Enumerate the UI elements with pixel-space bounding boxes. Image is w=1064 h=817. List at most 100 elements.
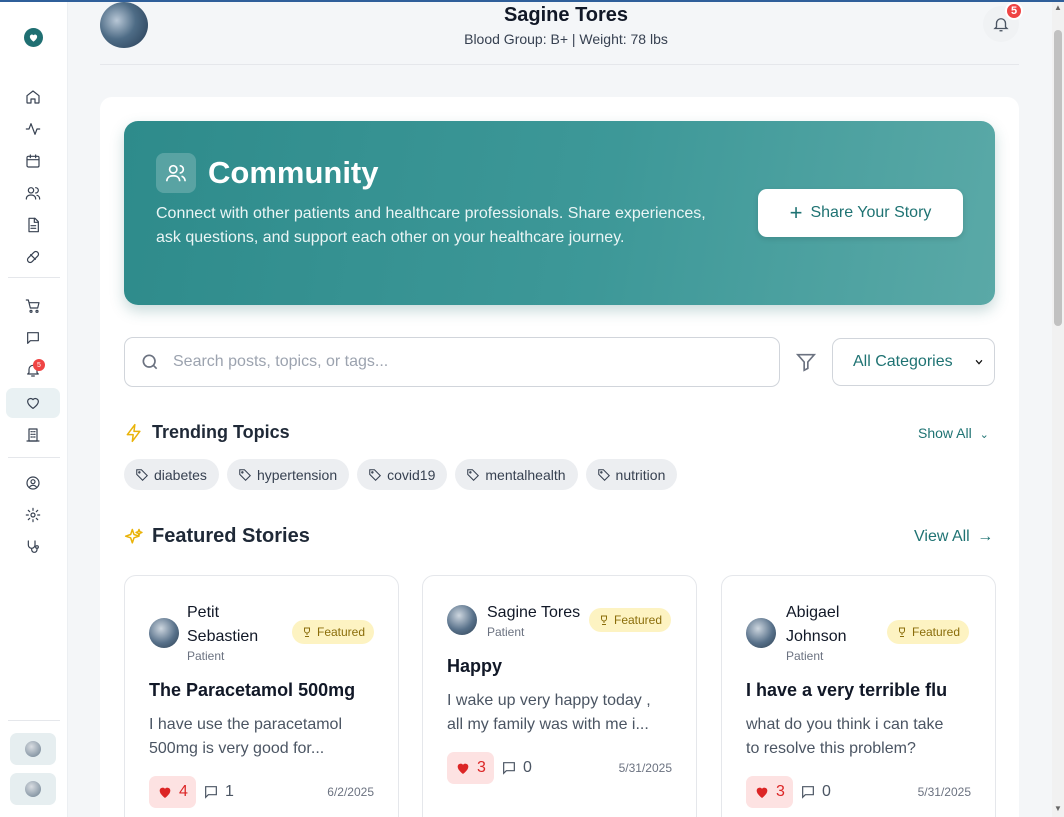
- tag-label: diabetes: [154, 466, 207, 483]
- sidebar-item-checkup[interactable]: [6, 532, 60, 562]
- sidebar-item-activity[interactable]: [6, 114, 60, 144]
- featured-badge: Featured: [589, 608, 672, 632]
- comment-icon: [802, 786, 814, 799]
- sidebar: 5: [0, 2, 68, 817]
- scroll-down-arrow[interactable]: ▼: [1054, 805, 1062, 813]
- featured-badge-label: Featured: [912, 625, 961, 639]
- comment-button[interactable]: 0: [501, 752, 532, 784]
- share-story-button[interactable]: + Share Your Story: [758, 189, 963, 237]
- users-icon: [25, 187, 41, 200]
- user-avatar-2[interactable]: [10, 773, 56, 805]
- sidebar-item-settings[interactable]: [6, 500, 60, 530]
- story-date: 5/31/2025: [618, 761, 672, 775]
- user-avatar-1[interactable]: [10, 733, 56, 765]
- tag-hypertension[interactable]: hypertension: [226, 459, 350, 490]
- heart-icon: [159, 787, 171, 798]
- author-role: Patient: [187, 649, 225, 663]
- tag-covid19[interactable]: covid19: [357, 459, 448, 490]
- story-title: I have a very terrible flu: [746, 680, 948, 700]
- trending-topics-title: Trending Topics: [152, 422, 290, 442]
- story-excerpt-line2: to resolve this problem?: [746, 740, 916, 757]
- sidebar-item-notifications[interactable]: [6, 355, 60, 385]
- sidebar-item-hospitals[interactable]: [6, 420, 60, 450]
- show-all-button[interactable]: Show All ⌄: [918, 425, 989, 441]
- story-card[interactable]: Sagine Tores Patient Featured Happy I wa…: [422, 575, 697, 817]
- tag-label: covid19: [387, 466, 436, 483]
- comment-button[interactable]: 1: [203, 776, 234, 808]
- filter-icon[interactable]: [795, 351, 817, 373]
- sidebar-item-home[interactable]: [6, 82, 60, 112]
- story-card[interactable]: Petit Sebastien Patient Featured The Par…: [124, 575, 399, 817]
- lightning-icon: [124, 423, 144, 443]
- community-icon-box: [156, 153, 196, 193]
- like-button[interactable]: 3: [447, 752, 494, 784]
- home-icon: [26, 90, 40, 104]
- story-card[interactable]: Abigael Johnson Patient Featured I have …: [721, 575, 996, 817]
- featured-badge-label: Featured: [614, 613, 663, 627]
- sidebar-item-medications[interactable]: [6, 242, 60, 272]
- view-all-button[interactable]: View All →: [914, 528, 993, 546]
- featured-badge-label: Featured: [317, 625, 366, 639]
- like-count: 3: [477, 759, 486, 776]
- story-excerpt: I wake up very happy today ,: [447, 692, 651, 709]
- sidebar-divider: [8, 457, 60, 458]
- sidebar-item-community[interactable]: [6, 388, 60, 418]
- like-count: 4: [179, 783, 188, 800]
- tag-mentalhealth[interactable]: mentalhealth: [455, 459, 578, 490]
- comment-icon: [503, 762, 515, 775]
- featured-badge: Featured: [887, 620, 970, 644]
- gear-icon: [25, 507, 41, 523]
- profile-avatar[interactable]: [100, 2, 148, 48]
- scroll-up-arrow[interactable]: ▲: [1054, 4, 1062, 12]
- notification-badge: 5: [33, 359, 45, 371]
- page-scrollbar[interactable]: ▲ ▼: [1052, 2, 1064, 817]
- tag-label: hypertension: [256, 466, 338, 483]
- author-name: Sagine Tores: [487, 604, 581, 621]
- tag-icon: [467, 468, 480, 481]
- search-icon: [140, 352, 160, 372]
- tag-diabetes[interactable]: diabetes: [124, 459, 219, 490]
- cart-icon: [25, 299, 40, 313]
- calendar-icon: [26, 154, 40, 168]
- trending-tags: diabetes hypertension covid19 mentalheal…: [124, 459, 678, 490]
- chevron-down-icon: [975, 359, 983, 365]
- tag-icon: [136, 468, 148, 481]
- author-avatar: [149, 618, 179, 648]
- author-avatar: [447, 605, 477, 635]
- category-select[interactable]: All Categories: [832, 338, 995, 386]
- sidebar-item-messages[interactable]: [6, 323, 60, 353]
- heart-icon: [27, 397, 39, 409]
- community-hero: Community Connect with other patients an…: [124, 121, 995, 305]
- sidebar-item-profile[interactable]: [6, 468, 60, 498]
- comment-count: 0: [822, 783, 831, 800]
- comment-button[interactable]: 0: [800, 776, 831, 808]
- search-input[interactable]: Search posts, topics, or tags...: [124, 337, 780, 387]
- like-button[interactable]: 3: [746, 776, 793, 808]
- tag-icon: [597, 468, 610, 481]
- pill-icon: [26, 250, 40, 264]
- tag-label: nutrition: [615, 466, 666, 483]
- author-name: Abigael: [786, 604, 840, 621]
- sidebar-item-records[interactable]: [6, 210, 60, 240]
- sidebar-item-appointments[interactable]: [6, 146, 60, 176]
- tag-label: mentalhealth: [485, 466, 566, 483]
- sidebar-item-shop[interactable]: [6, 291, 60, 321]
- trophy-icon: [899, 627, 905, 637]
- avatar-image: [25, 781, 41, 797]
- author-name-line2: Sebastien: [187, 628, 259, 645]
- tag-nutrition[interactable]: nutrition: [585, 459, 678, 490]
- heart-icon: [756, 787, 768, 798]
- heart-logo-icon: [29, 34, 38, 42]
- header-divider: [100, 64, 1019, 65]
- app-logo[interactable]: [24, 28, 43, 47]
- sidebar-item-doctors[interactable]: [6, 178, 60, 208]
- sidebar-divider: [8, 277, 60, 278]
- story-excerpt-line2: 500mg is very good for...: [149, 740, 325, 757]
- sidebar-divider: [8, 720, 60, 721]
- author-name-line2: Johnson: [786, 628, 847, 645]
- scrollbar-thumb[interactable]: [1054, 30, 1062, 326]
- like-button[interactable]: 4: [149, 776, 196, 808]
- notification-count-badge: 5: [1005, 2, 1023, 20]
- story-excerpt-line2: all my family was with me i...: [447, 716, 649, 733]
- tag-icon: [369, 468, 382, 481]
